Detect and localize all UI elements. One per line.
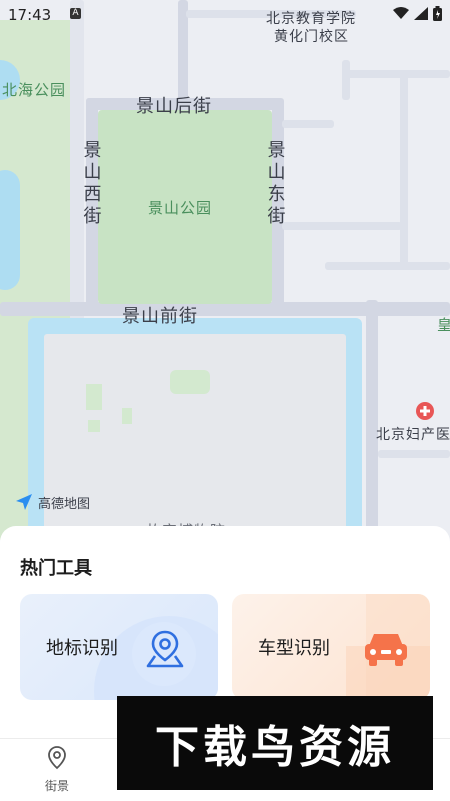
car-recognition-label: 车型识别 [258, 638, 330, 659]
a-icon: A [70, 8, 81, 19]
map-label-jingshan-qian[interactable]: 景山前街 [122, 302, 198, 328]
location-pin-icon [48, 746, 66, 770]
sheet-title: 热门工具 [20, 558, 92, 579]
road [342, 60, 350, 100]
signal-icon [414, 7, 428, 20]
nav-label-street-view: 街景 [44, 779, 69, 793]
road [400, 70, 408, 270]
road [342, 70, 450, 78]
car-icon [365, 634, 407, 666]
map-label-beihai[interactable]: 北海公园 [2, 79, 66, 100]
palace-green [122, 408, 132, 424]
map-label-hospital[interactable]: 北京妇产医 [376, 424, 450, 444]
map-label-jingshan-dong[interactable]: 景山东街 [267, 140, 287, 228]
amap-arrow-icon [16, 494, 32, 510]
palace-green [86, 384, 102, 410]
road [282, 120, 334, 128]
road [378, 450, 450, 458]
map-view[interactable]: 北京教育学院 黄化门校区 北海公园 景山后街 景山西街 景山东街 景山公园 景山… [0, 0, 450, 560]
lake-water [0, 170, 20, 290]
landmark-recognition-card[interactable]: 地标识别 [20, 594, 218, 700]
road [0, 302, 450, 316]
status-time: 17:43 [8, 6, 52, 24]
battery-icon [433, 6, 442, 21]
car-recognition-card[interactable]: 车型识别 [232, 594, 430, 700]
landmark-recognition-label: 地标识别 [46, 638, 118, 659]
map-provider-logo: 高德地图 [14, 492, 90, 512]
palace-green [170, 370, 210, 394]
palace-green [88, 420, 100, 432]
map-label-edge[interactable]: 皇 [437, 314, 450, 335]
map-label-jingshan-hou[interactable]: 景山后街 [136, 92, 212, 118]
road [325, 262, 450, 270]
amap-logo-text: 高德地图 [38, 496, 91, 512]
map-label-jingshan-park[interactable]: 景山公园 [148, 197, 212, 218]
nav-item-street-view[interactable]: 街景 [22, 745, 92, 794]
map-pin-icon [146, 630, 184, 668]
road [282, 222, 402, 230]
status-bar: 17:43 A [0, 0, 450, 30]
hospital-icon[interactable] [416, 402, 434, 420]
watermark-text: 下载鸟资源 [155, 722, 395, 773]
map-label-jingshan-xi[interactable]: 景山西街 [83, 140, 103, 228]
watermark-banner: 下载鸟资源 [117, 696, 433, 790]
wifi-icon [393, 7, 409, 19]
